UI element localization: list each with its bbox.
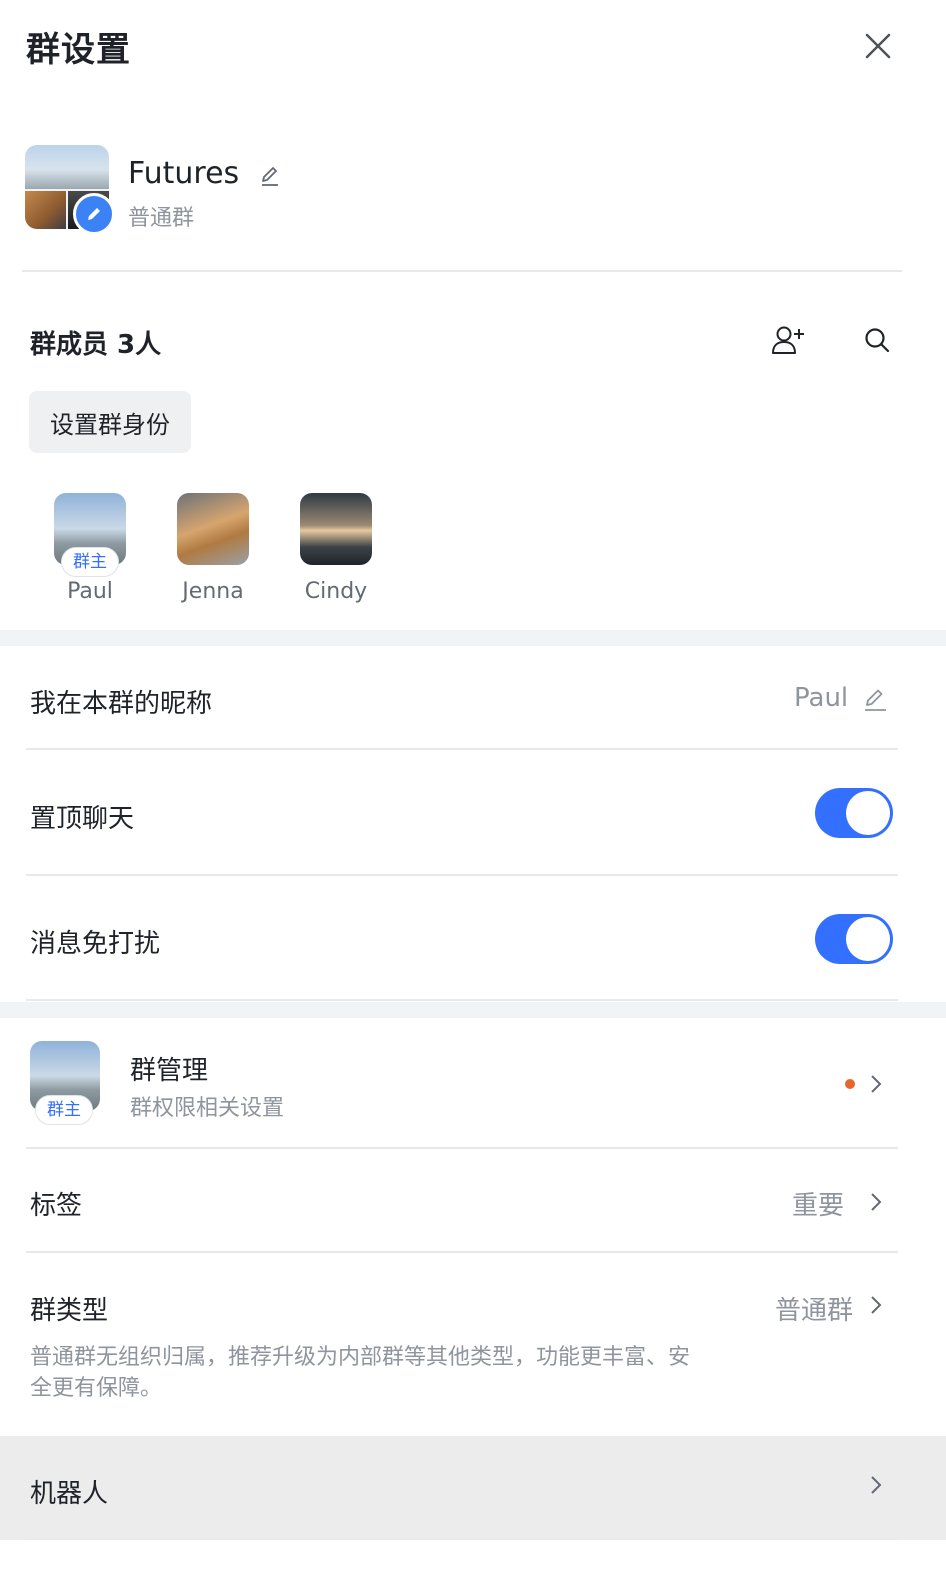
divider — [26, 999, 898, 1001]
group-type-value[interactable]: 普通群 — [775, 1290, 853, 1327]
edit-avatar-icon[interactable] — [73, 193, 115, 235]
nickname-label: 我在本群的昵称 — [30, 689, 213, 719]
divider — [26, 1538, 898, 1540]
labels-label: 标签 — [30, 1191, 83, 1221]
divider — [26, 874, 898, 876]
robot-row[interactable] — [0, 1436, 946, 1540]
add-member-icon[interactable] — [770, 324, 806, 356]
chevron-right-icon[interactable] — [869, 1191, 883, 1213]
group-type-label: 普通群 — [128, 206, 195, 231]
pencil-icon[interactable] — [862, 687, 888, 713]
mute-label: 消息免打扰 — [30, 929, 161, 959]
set-group-role-button[interactable]: 设置群身份 — [29, 391, 191, 453]
divider — [26, 748, 898, 750]
member-name: Cindy — [304, 579, 368, 604]
avatar — [177, 493, 249, 565]
owner-badge: 群主 — [61, 547, 119, 577]
robot-label: 机器人 — [30, 1479, 109, 1509]
member-item-jenna[interactable]: Jenna — [153, 493, 273, 604]
labels-value: 重要 — [792, 1191, 845, 1221]
members-title: 群成员 3人 — [30, 330, 162, 360]
pin-chat-label: 置顶聊天 — [30, 804, 135, 834]
nickname-value[interactable]: Paul — [794, 683, 848, 713]
group-type-description: 普通群无组织归属，推荐升级为内部群等其他类型，功能更丰富、安全更有保障。 — [30, 1345, 691, 1401]
avatar: 群主 — [54, 493, 126, 577]
pin-chat-toggle[interactable] — [815, 788, 893, 838]
member-name: Paul — [67, 579, 113, 604]
notification-dot — [845, 1079, 855, 1089]
section-separator — [0, 630, 946, 646]
mute-toggle[interactable] — [815, 914, 893, 964]
member-item-cindy[interactable]: Cindy — [276, 493, 396, 604]
chevron-right-icon[interactable] — [869, 1474, 883, 1496]
divider — [22, 270, 902, 272]
group-type-row-label: 群类型 — [30, 1296, 109, 1326]
avatar — [300, 493, 372, 565]
divider — [26, 1251, 898, 1253]
group-management-subtitle: 群权限相关设置 — [130, 1096, 285, 1121]
close-icon[interactable] — [862, 30, 894, 62]
owner-badge: 群主 — [35, 1095, 93, 1125]
page-title: 群设置 — [26, 30, 131, 70]
group-management-title: 群管理 — [130, 1056, 209, 1086]
divider — [26, 1147, 898, 1149]
group-name: Futures — [128, 156, 240, 191]
search-icon[interactable] — [862, 325, 892, 355]
section-separator — [0, 1002, 946, 1018]
chevron-right-icon[interactable] — [869, 1073, 883, 1095]
member-name: Jenna — [182, 579, 244, 604]
member-item-paul[interactable]: 群主 Paul — [30, 493, 150, 604]
pencil-icon[interactable] — [259, 165, 281, 187]
chevron-right-icon[interactable] — [869, 1294, 883, 1316]
